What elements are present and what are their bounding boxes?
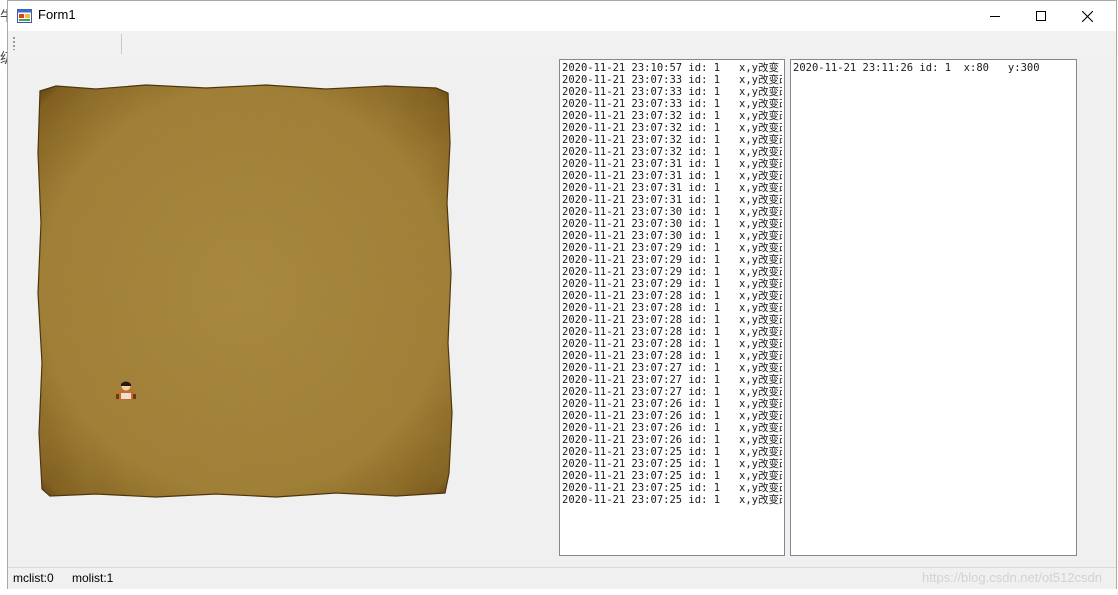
list-item[interactable]: 2020-11-21 23:07:33 id: 1 x,y改变改变 — [562, 86, 782, 98]
maximize-icon — [1036, 11, 1046, 21]
toolstrip-separator — [121, 34, 122, 54]
list-item[interactable]: 2020-11-21 23:07:25 id: 1 x,y改变改变 — [562, 482, 782, 494]
background-edge-char: 牛 — [0, 6, 7, 26]
list-item[interactable]: 2020-11-21 23:07:28 id: 1 x,y改变改变 — [562, 290, 782, 302]
player-sprite-icon[interactable] — [115, 379, 137, 401]
list-item[interactable]: 2020-11-21 23:07:31 id: 1 x,y改变改变 — [562, 182, 782, 194]
status-bar: mclist:0 molist:1 https://blog.csdn.net/… — [8, 567, 1116, 589]
watermark-text: https://blog.csdn.net/ot512csdn — [922, 570, 1102, 585]
mclist-status: mclist:0 — [13, 571, 54, 585]
list-item[interactable]: 2020-11-21 23:07:30 id: 1 x,y改变改变 — [562, 218, 782, 230]
list-item[interactable]: 2020-11-21 23:07:29 id: 1 x,y改变改变 — [562, 254, 782, 266]
list-item[interactable]: 2020-11-21 23:07:26 id: 1 x,y改变改变 — [562, 398, 782, 410]
list-item[interactable]: 2020-11-21 23:07:29 id: 1 x,y改变改变 — [562, 242, 782, 254]
molist-status: molist:1 — [72, 571, 114, 585]
list-item[interactable]: 2020-11-21 23:07:29 id: 1 x,y改变改变 — [562, 266, 782, 278]
list-item[interactable]: 2020-11-21 23:07:31 id: 1 x,y改变改变 — [562, 158, 782, 170]
list-item[interactable]: 2020-11-21 23:07:27 id: 1 x,y改变改变 — [562, 362, 782, 374]
list-item[interactable]: 2020-11-21 23:07:31 id: 1 x,y改变改变 — [562, 170, 782, 182]
list-item[interactable]: 2020-11-21 23:07:26 id: 1 x,y改变改变 — [562, 434, 782, 446]
list-item[interactable]: 2020-11-21 23:10:57 id: 1 x,y改变 — [562, 62, 782, 74]
window-title: Form1 — [38, 7, 76, 22]
maximize-button[interactable] — [1018, 1, 1064, 31]
list-item[interactable]: 2020-11-21 23:07:33 id: 1 x,y改变改变 — [562, 98, 782, 110]
list-item[interactable]: 2020-11-21 23:07:27 id: 1 x,y改变改变 — [562, 386, 782, 398]
list-item[interactable]: 2020-11-21 23:07:31 id: 1 x,y改变改变 — [562, 194, 782, 206]
list-item[interactable]: 2020-11-21 23:07:28 id: 1 x,y改变改变 — [562, 302, 782, 314]
list-item[interactable]: 2020-11-21 23:07:32 id: 1 x,y改变改变 — [562, 146, 782, 158]
list-item[interactable]: 2020-11-21 23:07:25 id: 1 x,y改变改变 — [562, 446, 782, 458]
list-item[interactable]: 2020-11-21 23:07:25 id: 1 x,y改变改变 — [562, 458, 782, 470]
minimize-button[interactable] — [972, 1, 1018, 31]
list-item[interactable]: 2020-11-21 23:07:30 id: 1 x,y改变改变 — [562, 206, 782, 218]
list-item[interactable]: 2020-11-21 23:07:28 id: 1 x,y改变改变 — [562, 314, 782, 326]
list-item[interactable]: 2020-11-21 23:07:25 id: 1 x,y改变改变 — [562, 494, 782, 506]
toolstrip-grip-icon[interactable] — [13, 36, 16, 50]
list-item[interactable]: 2020-11-21 23:07:28 id: 1 x,y改变改变 — [562, 338, 782, 350]
close-icon — [1081, 10, 1093, 22]
event-log-list[interactable]: 2020-11-21 23:10:57 id: 1 x,y改变 2020-11-2… — [559, 59, 785, 556]
list-item[interactable]: 2020-11-21 23:07:27 id: 1 x,y改变改变 — [562, 374, 782, 386]
list-item[interactable]: 2020-11-21 23:07:32 id: 1 x,y改变改变 — [562, 122, 782, 134]
background-edge-char: 级 — [0, 48, 7, 68]
game-map[interactable] — [36, 83, 454, 499]
list-item[interactable]: 2020-11-21 23:11:26 id: 1 x:80 y:300 — [793, 62, 1074, 74]
list-item[interactable]: 2020-11-21 23:07:32 id: 1 x,y改变改变 — [562, 110, 782, 122]
position-list[interactable]: 2020-11-21 23:11:26 id: 1 x:80 y:300 — [790, 59, 1077, 556]
minimize-icon — [990, 16, 1000, 17]
list-item[interactable]: 2020-11-21 23:07:29 id: 1 x,y改变改变 — [562, 278, 782, 290]
form-app-icon — [17, 9, 32, 23]
list-item[interactable]: 2020-11-21 23:07:28 id: 1 x,y改变改变 — [562, 350, 782, 362]
close-button[interactable] — [1064, 1, 1110, 31]
list-item[interactable]: 2020-11-21 23:07:26 id: 1 x,y改变改变 — [562, 422, 782, 434]
form-window: Form1 2020-11-21 23:10:57 id: 1 x,y改变 20… — [7, 0, 1117, 589]
list-item[interactable]: 2020-11-21 23:07:26 id: 1 x,y改变改变 — [562, 410, 782, 422]
list-item[interactable]: 2020-11-21 23:07:32 id: 1 x,y改变改变 — [562, 134, 782, 146]
list-item[interactable]: 2020-11-21 23:07:28 id: 1 x,y改变改变 — [562, 326, 782, 338]
list-item[interactable]: 2020-11-21 23:07:30 id: 1 x,y改变改变 — [562, 230, 782, 242]
title-bar[interactable]: Form1 — [8, 1, 1116, 31]
list-item[interactable]: 2020-11-21 23:07:33 id: 1 x,y改变改变 — [562, 74, 782, 86]
tool-strip — [8, 31, 1116, 56]
list-item[interactable]: 2020-11-21 23:07:25 id: 1 x,y改变改变 — [562, 470, 782, 482]
